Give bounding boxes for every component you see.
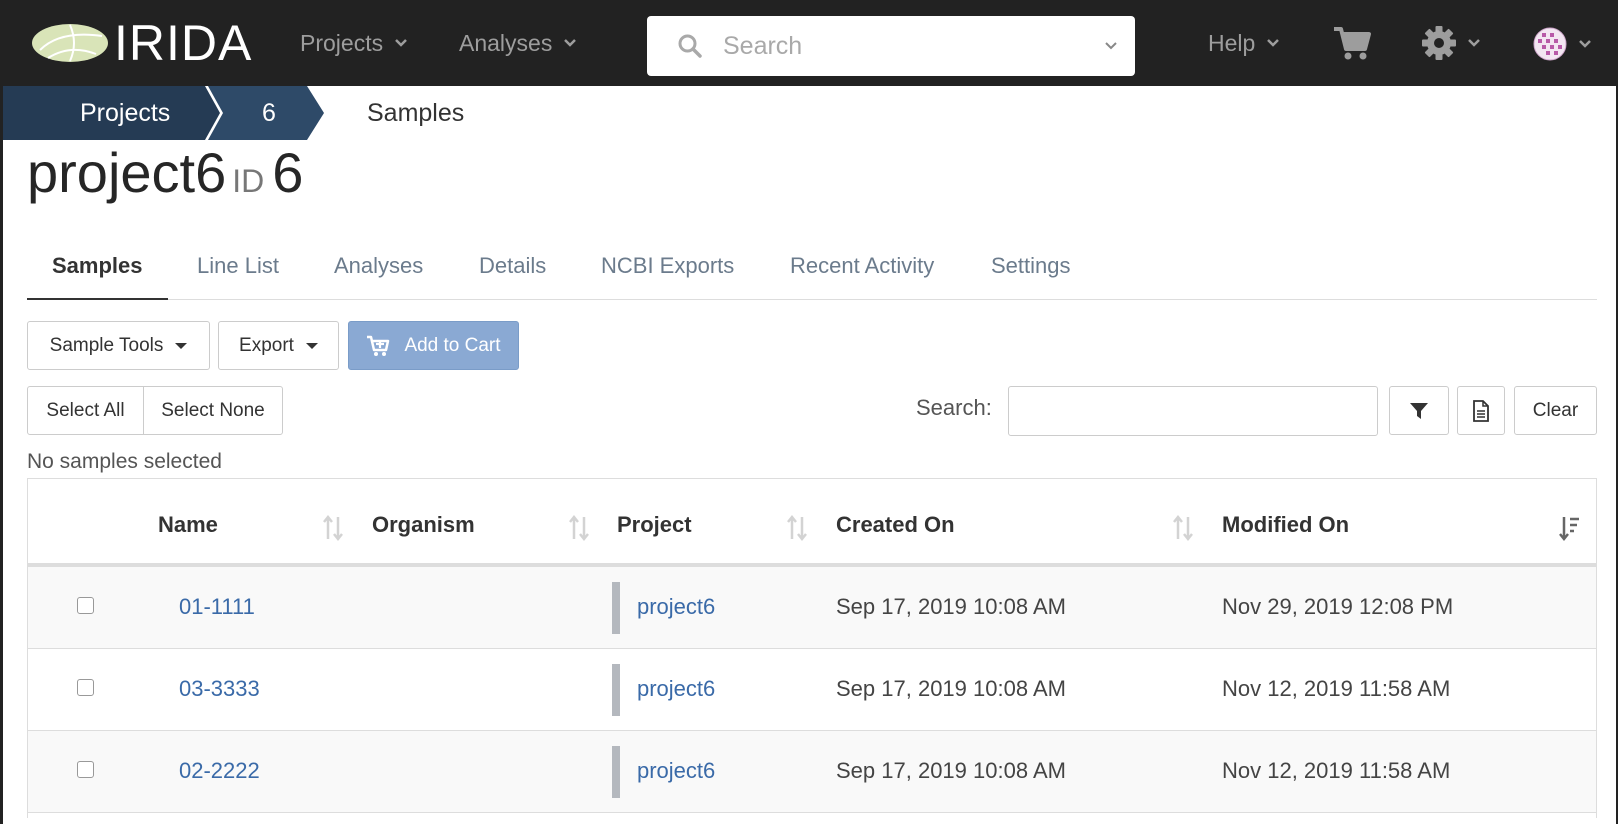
top-navbar: IRIDA Projects Analyses Help: [0, 0, 1618, 86]
breadcrumb-arrows: [0, 86, 516, 140]
project-color-bar: [612, 746, 620, 798]
column-header-created-on[interactable]: Created On: [836, 479, 955, 567]
tab-ncbi-exports[interactable]: NCBI Exports: [601, 240, 734, 300]
irida-logo-icon: [32, 24, 108, 62]
row-checkbox[interactable]: [77, 679, 94, 696]
tab-samples[interactable]: Samples: [27, 240, 168, 300]
cart-icon[interactable]: [1332, 25, 1372, 61]
samples-table: Name Organism Project Created On Modifie…: [27, 478, 1597, 818]
brand-name: IRIDA: [114, 15, 253, 71]
chevron-down-icon: [564, 39, 577, 47]
modified-on-cell: Nov 12, 2019 11:58 AM: [1222, 676, 1451, 701]
sample-name-link[interactable]: 03-3333: [179, 649, 260, 729]
nav-help-label: Help: [1208, 30, 1256, 56]
row-checkbox[interactable]: [77, 597, 94, 614]
column-header-name[interactable]: Name: [158, 479, 218, 567]
table-search-input[interactable]: [1008, 386, 1378, 436]
sample-tools-button[interactable]: Sample Tools: [27, 321, 210, 370]
table-search-label: Search:: [916, 395, 992, 420]
row-checkbox[interactable]: [77, 761, 94, 778]
add-to-cart-button[interactable]: Add to Cart: [348, 321, 519, 370]
gear-icon: [1422, 26, 1456, 60]
project-color-bar: [612, 582, 620, 634]
tab-line-list[interactable]: Line List: [197, 240, 279, 300]
window-left-edge: [0, 0, 3, 824]
table-header: Name Organism Project Created On Modifie…: [28, 479, 1596, 567]
sample-tools-label: Sample Tools: [49, 334, 164, 356]
tab-details[interactable]: Details: [479, 240, 546, 300]
file-filter-button[interactable]: [1457, 386, 1505, 435]
breadcrumb-samples[interactable]: Samples: [367, 86, 464, 140]
global-search[interactable]: [647, 16, 1135, 76]
sample-name-link[interactable]: 01-1111: [179, 567, 255, 647]
nav-analyses-label: Analyses: [459, 30, 553, 56]
chevron-down-icon: [1468, 39, 1480, 47]
project-link[interactable]: project6: [637, 731, 715, 811]
project-link[interactable]: project6: [637, 649, 715, 729]
sort-icon[interactable]: [1172, 515, 1194, 541]
chevron-down-icon: [1267, 39, 1280, 47]
column-header-modified-on[interactable]: Modified On: [1222, 479, 1349, 567]
cart-plus-icon: [367, 335, 390, 356]
breadcrumb-projects[interactable]: Projects: [80, 86, 170, 140]
file-icon: [1473, 399, 1489, 422]
sort-descending-icon[interactable]: [1558, 515, 1580, 541]
created-on-cell: Sep 17, 2019 10:08 AM: [836, 676, 1066, 701]
sort-icon[interactable]: [786, 515, 808, 541]
user-menu[interactable]: [1533, 27, 1593, 61]
select-all-button[interactable]: Select All: [27, 386, 144, 435]
chevron-down-icon[interactable]: [1103, 38, 1119, 54]
project-id-value: 6: [272, 141, 304, 204]
tab-analyses[interactable]: Analyses: [334, 240, 423, 300]
table-row[interactable]: 01-1111 project6 Sep 17, 2019 10:08 AM N…: [28, 567, 1596, 649]
export-button[interactable]: Export: [218, 321, 339, 370]
modified-on-cell: Nov 12, 2019 11:58 AM: [1222, 758, 1451, 783]
settings-menu[interactable]: [1420, 24, 1482, 62]
selection-button-group: Select All Select None: [27, 386, 283, 435]
breadcrumb-project-id[interactable]: 6: [262, 86, 276, 140]
clear-filters-button[interactable]: Clear: [1514, 386, 1597, 435]
page-title: project6 ID 6: [27, 136, 303, 218]
project-id-label: ID: [232, 163, 265, 199]
project-color-bar: [612, 664, 620, 716]
breadcrumb: Projects 6 Samples: [0, 86, 1618, 140]
avatar: [1533, 27, 1567, 61]
nav-help-menu[interactable]: Help: [1208, 28, 1281, 58]
export-label: Export: [239, 334, 294, 356]
nav-projects-label: Projects: [300, 30, 384, 56]
filter-button[interactable]: [1389, 386, 1449, 435]
column-header-organism[interactable]: Organism: [372, 479, 475, 567]
search-icon: [678, 34, 702, 58]
chevron-down-icon: [395, 39, 407, 47]
nav-analyses-menu[interactable]: Analyses: [459, 28, 578, 58]
tab-recent-activity[interactable]: Recent Activity: [790, 240, 934, 300]
filter-icon: [1410, 402, 1428, 419]
sample-name-link[interactable]: 02-2222: [179, 731, 260, 811]
caret-down-icon: [305, 342, 318, 349]
table-row[interactable]: 03-3333 project6 Sep 17, 2019 10:08 AM N…: [28, 649, 1596, 731]
modified-on-cell: Nov 29, 2019 12:08 PM: [1222, 594, 1454, 619]
sort-icon[interactable]: [568, 515, 590, 541]
chevron-down-icon: [1579, 40, 1591, 48]
column-header-project[interactable]: Project: [617, 479, 692, 567]
global-search-input[interactable]: [721, 30, 1101, 62]
table-row[interactable]: 02-2222 project6 Sep 17, 2019 10:08 AM N…: [28, 731, 1596, 813]
select-none-button[interactable]: Select None: [143, 386, 283, 435]
created-on-cell: Sep 17, 2019 10:08 AM: [836, 758, 1066, 783]
project-name: project6: [27, 141, 227, 204]
selection-status: No samples selected: [27, 450, 222, 473]
brand[interactable]: IRIDA: [30, 15, 253, 71]
tab-settings[interactable]: Settings: [991, 240, 1071, 300]
project-tabs: Samples Line List Analyses Details NCBI …: [27, 240, 1597, 300]
nav-projects-menu[interactable]: Projects: [300, 28, 409, 58]
project-link[interactable]: project6: [637, 567, 715, 647]
created-on-cell: Sep 17, 2019 10:08 AM: [836, 594, 1066, 619]
caret-down-icon: [175, 342, 188, 349]
sort-icon[interactable]: [322, 515, 344, 541]
add-to-cart-label: Add to Cart: [404, 334, 501, 356]
